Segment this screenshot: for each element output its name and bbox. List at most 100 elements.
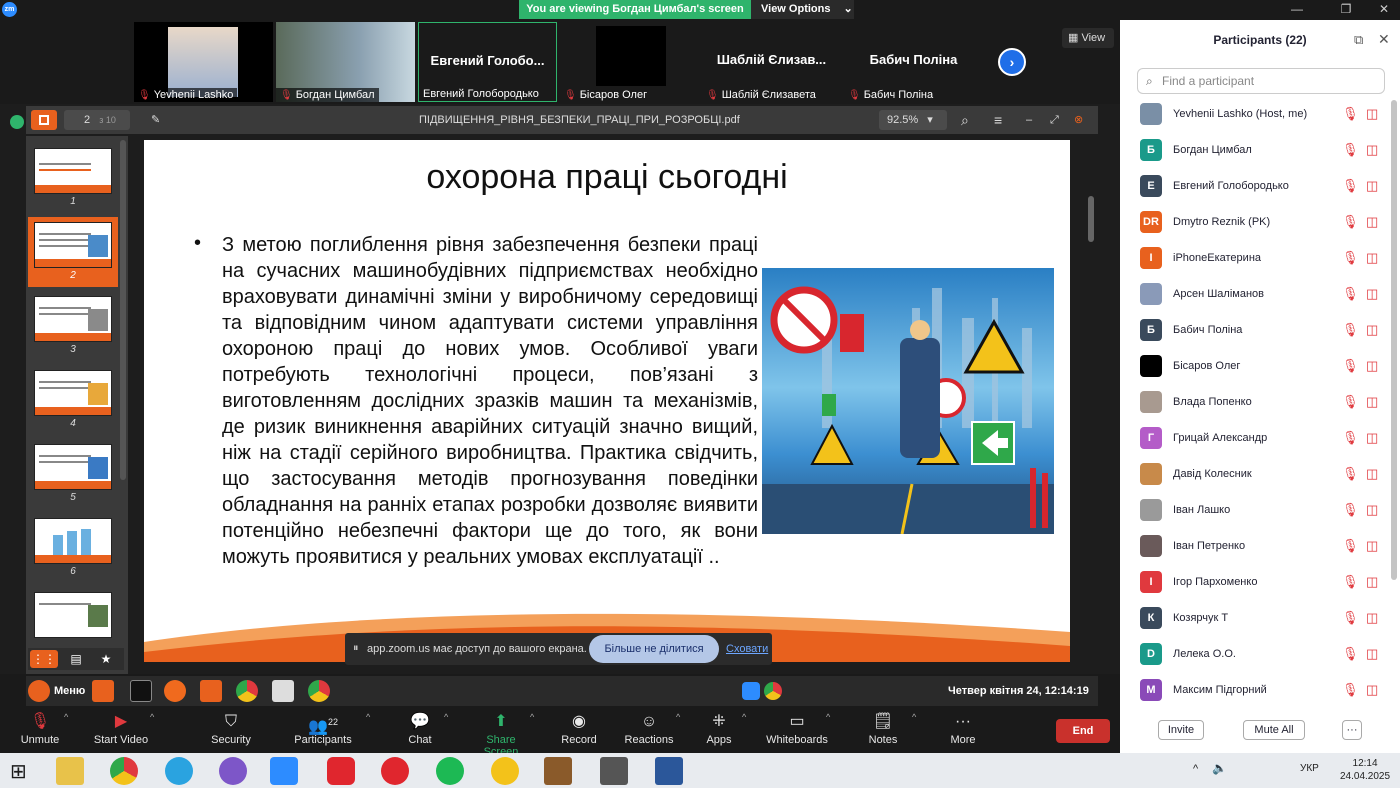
- spotify-icon[interactable]: [436, 757, 464, 785]
- telegram-icon[interactable]: [165, 757, 193, 785]
- minimize-icon[interactable]: –: [1026, 106, 1032, 134]
- close-icon[interactable]: ✕: [1378, 31, 1390, 48]
- chevron-up-icon[interactable]: ^: [826, 712, 830, 722]
- restore-icon[interactable]: ❐: [1332, 0, 1360, 19]
- thumbnails-icon[interactable]: ⋮⋮: [30, 650, 58, 668]
- pdf-scrollbar[interactable]: [1088, 196, 1094, 242]
- participant-row[interactable]: Арсен Шаліманов 🎙 ◫: [1120, 277, 1400, 313]
- participant-row[interactable]: DR Dmytro Reznik (PK) 🎙 ◫: [1120, 205, 1400, 241]
- participant-row[interactable]: Е Евгений Голобородько 🎙 ◫: [1120, 169, 1400, 205]
- participant-row[interactable]: М Максим Підгорний 🎙 ◫: [1120, 673, 1400, 709]
- zoom-select[interactable]: 92.5% ▾: [879, 110, 947, 130]
- page-thumbnail[interactable]: [34, 592, 112, 638]
- app-icon[interactable]: [92, 680, 114, 702]
- video-off-icon[interactable]: ◫: [1366, 178, 1378, 194]
- participants-button[interactable]: 👥22 Participants ^: [290, 708, 370, 753]
- video-off-icon[interactable]: ◫: [1366, 682, 1378, 698]
- apps-button[interactable]: ⁜ Apps ^: [704, 708, 746, 753]
- video-off-icon[interactable]: ◫: [1366, 466, 1378, 482]
- reactions-button[interactable]: ☺ Reactions ^: [622, 708, 681, 753]
- video-off-icon[interactable]: ◫: [1366, 610, 1378, 626]
- hide-link[interactable]: Сховати: [726, 643, 768, 655]
- video-off-icon[interactable]: ◫: [1366, 358, 1378, 374]
- mic-muted-icon[interactable]: 🎙: [1342, 358, 1359, 374]
- bookmark-star-icon[interactable]: ★: [92, 650, 120, 668]
- close-icon[interactable]: ⊗: [1074, 106, 1083, 134]
- chrome-icon[interactable]: [236, 680, 258, 702]
- close-window-icon[interactable]: ✕: [1370, 0, 1398, 19]
- view-button[interactable]: ▦ View: [1062, 28, 1114, 48]
- mic-muted-icon[interactable]: 🎙: [1342, 106, 1359, 122]
- mic-muted-icon[interactable]: 🎙: [1342, 214, 1359, 230]
- video-off-icon[interactable]: ◫: [1366, 574, 1378, 590]
- page-thumbnail[interactable]: [34, 222, 112, 268]
- page-thumbnail[interactable]: [34, 296, 112, 342]
- chevron-up-icon[interactable]: ^: [64, 712, 68, 722]
- mute-all-button[interactable]: Mute All: [1243, 720, 1305, 740]
- tray-chevron-icon[interactable]: ^: [1193, 763, 1198, 775]
- video-tile[interactable]: Бабич Поліна 🎙 Бабич Поліна: [844, 22, 983, 102]
- mic-muted-icon[interactable]: 🎙: [1342, 178, 1359, 194]
- participant-row[interactable]: К Козярчук Т 🎙 ◫: [1120, 601, 1400, 637]
- video-off-icon[interactable]: ◫: [1366, 502, 1378, 518]
- pop-out-icon[interactable]: ⧉: [1354, 32, 1363, 48]
- library-icon[interactable]: [544, 757, 572, 785]
- chevron-up-icon[interactable]: ^: [742, 712, 746, 722]
- game-icon[interactable]: [600, 757, 628, 785]
- video-off-icon[interactable]: ◫: [1366, 106, 1378, 122]
- minimize-icon[interactable]: —: [1283, 0, 1311, 19]
- unmute-button[interactable]: 🎙 Unmute ^: [12, 708, 69, 753]
- sidebar-toggle-button[interactable]: [31, 110, 57, 130]
- firefox-icon[interactable]: [164, 680, 186, 702]
- thumbnail-scrollbar[interactable]: [120, 140, 126, 480]
- viber-icon[interactable]: [219, 757, 247, 785]
- video-off-icon[interactable]: ◫: [1366, 538, 1378, 554]
- video-tile[interactable]: 🎙 Yevhenii Lashko: [134, 22, 273, 102]
- stop-sharing-button[interactable]: Більше не ділитися: [589, 635, 719, 663]
- app-icon[interactable]: [491, 757, 519, 785]
- zoom-tray-icon[interactable]: [742, 682, 760, 700]
- participant-row[interactable]: IiPhoneЕкатерина 🎙 ◫: [1120, 241, 1400, 277]
- page-thumbnail[interactable]: [34, 370, 112, 416]
- video-off-icon[interactable]: ◫: [1366, 286, 1378, 302]
- participant-row[interactable]: Б Бабич Поліна 🎙 ◫: [1120, 313, 1400, 349]
- participant-row[interactable]: Б Богдан Цимбал 🎙 ◫: [1120, 133, 1400, 169]
- maximize-icon[interactable]: ⤢: [1050, 106, 1059, 134]
- security-button[interactable]: ⛉ Security: [206, 708, 256, 753]
- media-player-icon[interactable]: [381, 757, 409, 785]
- page-thumbnail[interactable]: [34, 444, 112, 490]
- file-explorer-icon[interactable]: [56, 757, 84, 785]
- chevron-up-icon[interactable]: ^: [912, 712, 916, 722]
- video-tile[interactable]: Евгений Голобо... Евгений Голобородько: [418, 22, 557, 102]
- folder-icon[interactable]: [200, 680, 222, 702]
- search-icon[interactable]: ⌕: [961, 106, 969, 134]
- participant-row[interactable]: Г Грицай Александр 🎙 ◫: [1120, 421, 1400, 457]
- document-icon[interactable]: [272, 680, 294, 702]
- chevron-up-icon[interactable]: ^: [444, 712, 448, 722]
- participant-row[interactable]: Давід Колесник 🎙 ◫: [1120, 457, 1400, 493]
- whiteboards-button[interactable]: ▭ Whiteboards ^: [764, 708, 830, 753]
- video-off-icon[interactable]: ◫: [1366, 142, 1378, 158]
- participant-row[interactable]: I Ігор Пархоменко 🎙 ◫: [1120, 565, 1400, 601]
- mic-muted-icon[interactable]: 🎙: [1342, 646, 1359, 662]
- video-off-icon[interactable]: ◫: [1366, 646, 1378, 662]
- chevron-up-icon[interactable]: ^: [676, 712, 680, 722]
- chevron-up-icon[interactable]: ^: [530, 712, 534, 722]
- start-video-button[interactable]: ▶ Start Video ^: [90, 708, 154, 753]
- mic-muted-icon[interactable]: 🎙: [1342, 502, 1359, 518]
- word-icon[interactable]: [655, 757, 683, 785]
- participant-search-input[interactable]: ⌕ Find a participant: [1137, 68, 1385, 94]
- participant-row[interactable]: D Лелека О.О. 🎙 ◫: [1120, 637, 1400, 673]
- participant-row[interactable]: Бісаров Олег 🎙 ◫: [1120, 349, 1400, 385]
- video-off-icon[interactable]: ◫: [1366, 214, 1378, 230]
- video-off-icon[interactable]: ◫: [1366, 394, 1378, 410]
- windows-start-icon[interactable]: ⊞: [10, 759, 27, 784]
- participant-row[interactable]: Іван Петренко 🎙 ◫: [1120, 529, 1400, 565]
- page-thumbnail[interactable]: [34, 518, 112, 564]
- more-options-button[interactable]: ···: [1342, 720, 1362, 740]
- video-tile[interactable]: 🎙 Богдан Цимбал: [276, 22, 415, 102]
- speaker-icon[interactable]: 🔈: [1212, 761, 1227, 775]
- page-thumbnail[interactable]: [34, 148, 112, 194]
- system-clock[interactable]: 12:14 24.04.2025: [1340, 757, 1390, 783]
- chevron-up-icon[interactable]: ^: [366, 712, 370, 722]
